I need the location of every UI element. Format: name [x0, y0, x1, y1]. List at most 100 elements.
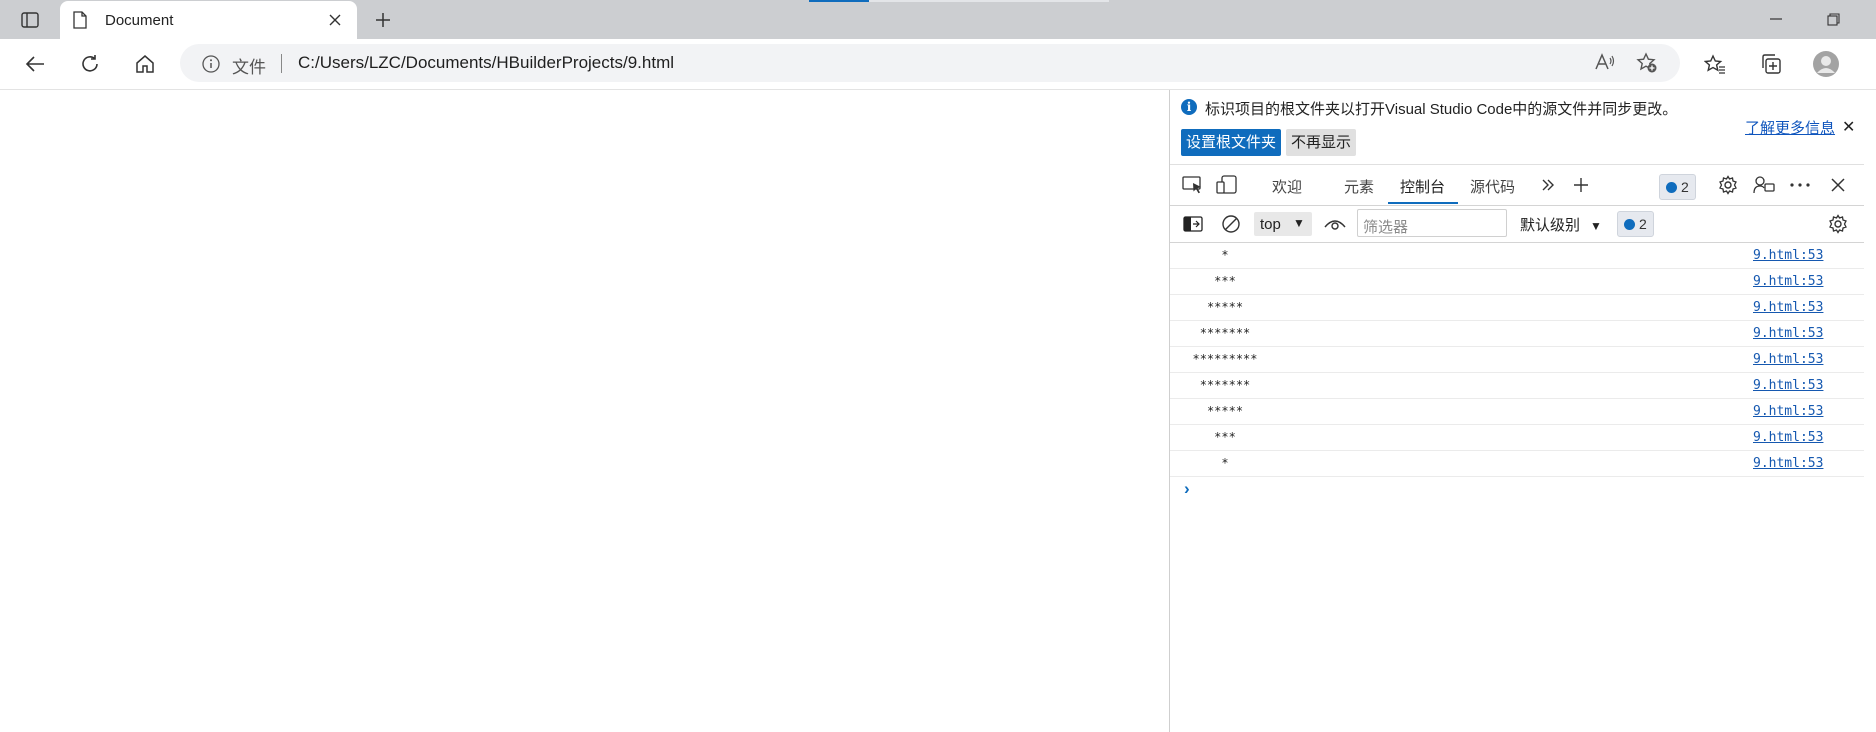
source-link[interactable]: 9.html:53: [1753, 326, 1823, 341]
message-text: ***: [1214, 430, 1236, 444]
tab-actions-menu-button[interactable]: [8, 6, 52, 34]
issues-badge[interactable]: 2: [1659, 174, 1696, 200]
close-icon: [1831, 178, 1845, 192]
close-devtools-button[interactable]: [1825, 173, 1851, 197]
tab-elements[interactable]: 元素: [1344, 176, 1374, 197]
url-text[interactable]: C:/Users/LZC/Documents/HBuilderProjects/…: [298, 53, 674, 73]
feedback-icon: [1753, 176, 1775, 194]
console-message: ******* 9.html:53: [1170, 321, 1864, 347]
notice-close-icon[interactable]: ✕: [1842, 117, 1855, 137]
message-text: *****: [1206, 404, 1244, 418]
address-divider: [281, 54, 282, 73]
console-message: * 9.html:53: [1170, 243, 1864, 269]
eye-icon: [1324, 220, 1346, 230]
back-arrow-icon: [25, 56, 44, 72]
message-text: *******: [1199, 326, 1251, 340]
read-aloud-button[interactable]: [1594, 52, 1616, 72]
minimize-icon: [1770, 18, 1782, 20]
tab-strip: Document: [0, 0, 1876, 39]
restore-button[interactable]: [1810, 4, 1856, 34]
collections-icon: [1762, 54, 1781, 74]
notice-message: 标识项目的根文件夹以打开Visual Studio Code中的源文件并同步更改…: [1205, 101, 1678, 118]
source-link[interactable]: 9.html:53: [1753, 378, 1823, 393]
devtools-tabbar: 欢迎 元素 控制台 源代码 2: [1170, 164, 1864, 206]
dropdown-arrow-icon: ▼: [1293, 216, 1305, 230]
log-level-value: 默认级别: [1520, 217, 1581, 234]
collections-button[interactable]: [1753, 48, 1789, 80]
loading-indicator: [809, 0, 869, 2]
clear-icon: [1222, 215, 1240, 233]
restore-icon: [1826, 12, 1840, 26]
prompt-chevron-icon: ›: [1184, 479, 1190, 498]
tab-sources[interactable]: 源代码: [1470, 176, 1515, 197]
minimize-button[interactable]: [1753, 4, 1799, 34]
issues-icon: [1624, 218, 1635, 230]
console-issues-count: 2: [1639, 216, 1647, 232]
devtools-settings-button[interactable]: [1715, 173, 1741, 197]
console-issues-badge[interactable]: 2: [1617, 211, 1654, 237]
feedback-button[interactable]: [1751, 173, 1777, 197]
source-link[interactable]: 9.html:53: [1753, 404, 1823, 419]
workspace-notice: i 标识项目的根文件夹以打开Visual Studio Code中的源文件并同步…: [1170, 90, 1864, 164]
message-text: *********: [1192, 352, 1258, 366]
source-link[interactable]: 9.html:53: [1753, 456, 1823, 471]
refresh-button[interactable]: [72, 48, 108, 80]
message-text: *****: [1206, 300, 1244, 314]
console-sidebar-toggle[interactable]: [1180, 212, 1206, 236]
avatar: [1813, 51, 1839, 77]
address-bar[interactable]: 文件 C:/Users/LZC/Documents/HBuilderProjec…: [180, 44, 1680, 82]
add-favorite-button[interactable]: [1636, 52, 1658, 74]
tab-welcome[interactable]: 欢迎: [1272, 176, 1302, 197]
source-link[interactable]: 9.html:53: [1753, 300, 1823, 315]
source-link[interactable]: 9.html:53: [1753, 430, 1823, 445]
site-info-icon[interactable]: [202, 55, 220, 73]
console-message: ******* 9.html:53: [1170, 373, 1864, 399]
set-root-folder-button[interactable]: 设置根文件夹: [1181, 129, 1282, 156]
device-emulation-button[interactable]: [1214, 173, 1240, 197]
source-link[interactable]: 9.html:53: [1753, 352, 1823, 367]
inspect-element-button[interactable]: [1180, 173, 1206, 197]
browser-toolbar: 文件 C:/Users/LZC/Documents/HBuilderProjec…: [0, 39, 1876, 90]
info-icon: i: [1181, 99, 1197, 115]
loading-track: [869, 0, 1109, 2]
console-prompt[interactable]: ›: [1170, 479, 1864, 503]
dont-show-again-button[interactable]: 不再显示: [1286, 129, 1357, 156]
more-tabs-button[interactable]: [1535, 173, 1561, 197]
dropdown-arrow-icon: ▼: [1590, 219, 1602, 233]
message-text: ***: [1214, 274, 1236, 288]
customize-menu-button[interactable]: [1787, 173, 1813, 197]
console-settings-button[interactable]: [1825, 212, 1851, 236]
source-link[interactable]: 9.html:53: [1753, 274, 1823, 289]
log-level-dropdown[interactable]: 默认级别 ▼: [1520, 214, 1602, 235]
home-icon: [136, 55, 154, 73]
plus-icon: [1574, 178, 1588, 192]
source-link[interactable]: 9.html:53: [1753, 248, 1823, 263]
device-icon: [1216, 175, 1237, 194]
back-button[interactable]: [17, 48, 53, 80]
clear-console-button[interactable]: [1218, 212, 1244, 236]
learn-more-link[interactable]: 了解更多信息: [1745, 117, 1835, 138]
profile-button[interactable]: [1808, 48, 1844, 80]
double-chevron-right-icon: [1542, 179, 1554, 191]
home-button[interactable]: [127, 48, 163, 80]
console-message: *** 9.html:53: [1170, 425, 1864, 451]
gear-icon: [1719, 175, 1737, 195]
refresh-icon: [82, 55, 98, 72]
sidebar-icon: [1183, 216, 1203, 232]
live-expression-button[interactable]: [1322, 212, 1348, 236]
console-message: *** 9.html:53: [1170, 269, 1864, 295]
tab-close-button[interactable]: [324, 9, 346, 31]
issues-icon: [1666, 181, 1677, 193]
close-icon: [329, 14, 341, 26]
add-tool-button[interactable]: [1568, 173, 1594, 197]
new-tab-button[interactable]: [368, 6, 398, 34]
console-toolbar: top ▼ 筛选器 默认级别 ▼ 2: [1170, 204, 1864, 243]
tab-console[interactable]: 控制台: [1400, 176, 1445, 197]
context-value: top: [1260, 216, 1281, 233]
favorites-button[interactable]: [1697, 48, 1733, 80]
devtools-panel: i 标识项目的根文件夹以打开Visual Studio Code中的源文件并同步…: [1169, 90, 1864, 732]
console-filter-input[interactable]: 筛选器: [1357, 209, 1507, 237]
browser-tab[interactable]: Document: [60, 1, 357, 39]
context-selector[interactable]: top ▼: [1254, 212, 1312, 236]
inspect-icon: [1182, 176, 1201, 194]
